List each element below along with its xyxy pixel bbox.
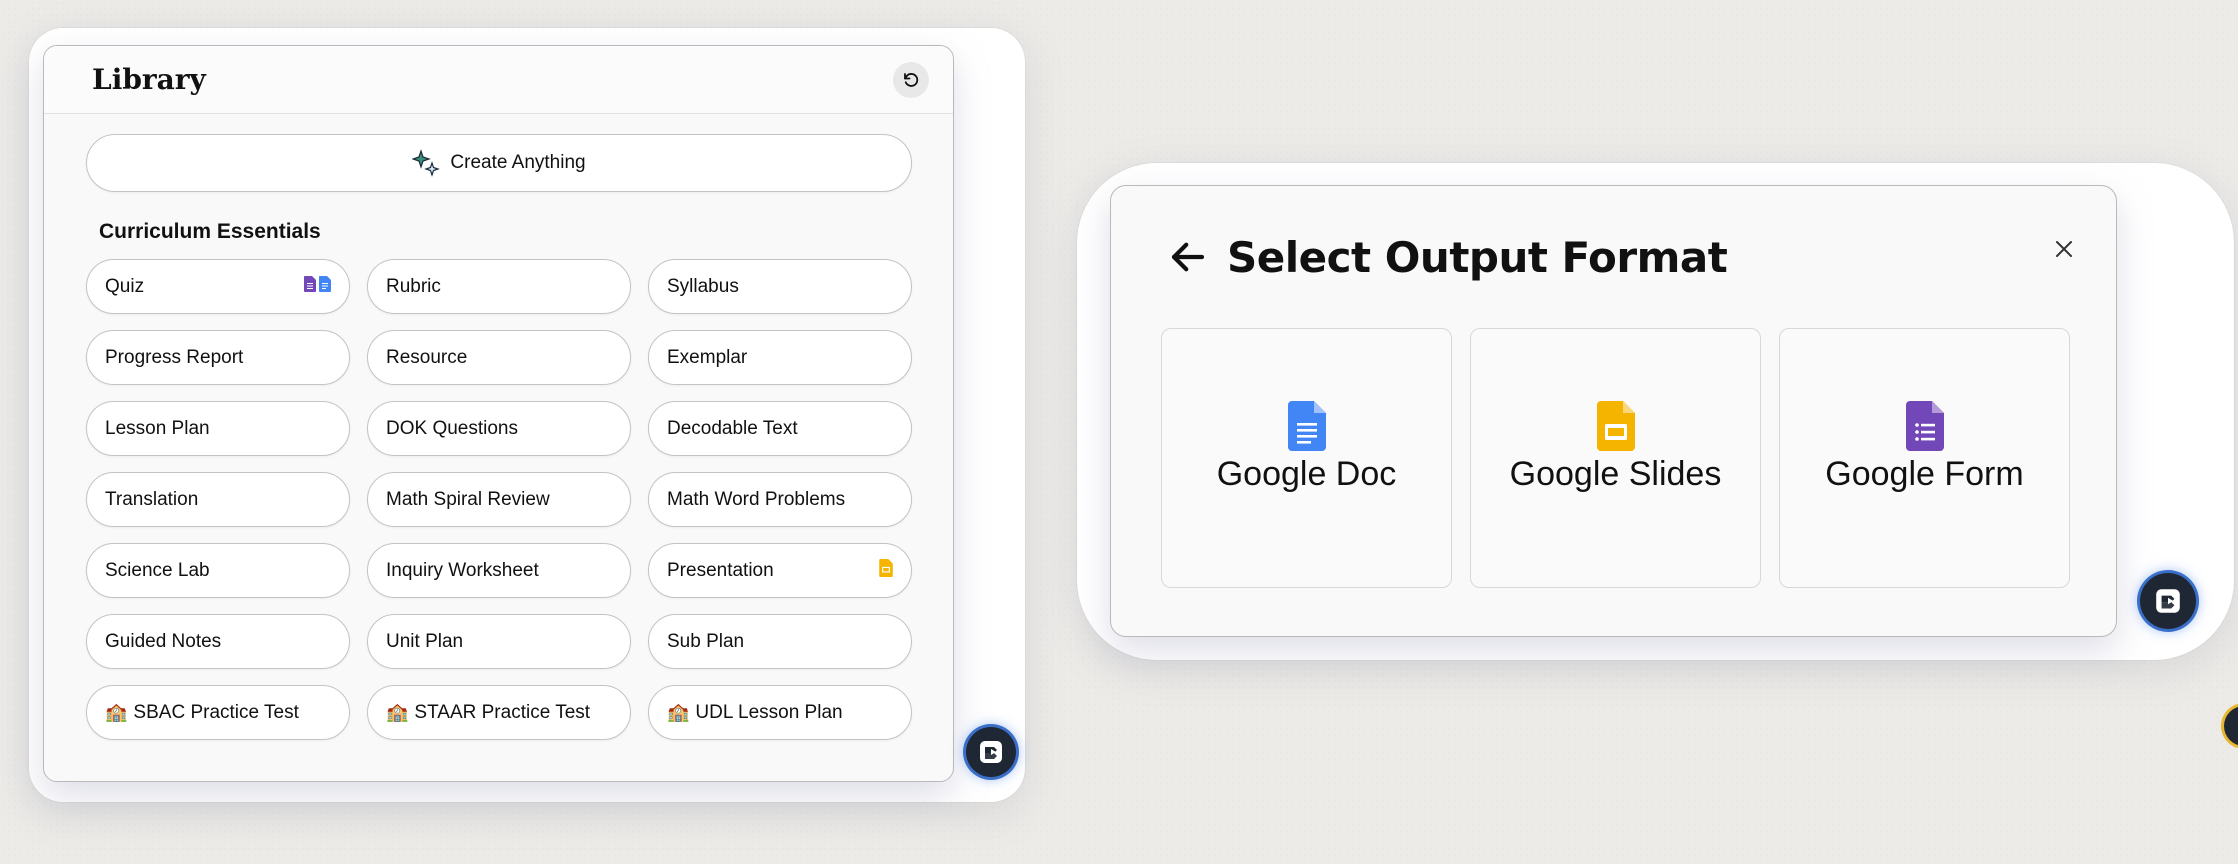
school-icon: 🏫 <box>105 702 128 722</box>
library-item-label: Presentation <box>667 559 774 581</box>
library-item-rubric[interactable]: Rubric <box>367 259 631 314</box>
library-item-udl-lesson-plan[interactable]: 🏫 UDL Lesson Plan <box>648 685 912 740</box>
library-item-label: Unit Plan <box>386 630 464 652</box>
school-icon: 🏫 <box>667 702 690 722</box>
edge-avatar-button[interactable] <box>2224 706 2238 746</box>
school-icon: 🏫 <box>386 702 409 722</box>
google-doc-icon <box>319 275 331 298</box>
library-item-label: Guided Notes <box>105 630 222 652</box>
library-item-sbac-practice-test[interactable]: 🏫 SBAC Practice Test <box>86 685 350 740</box>
google-form-card[interactable]: Google Form <box>1779 328 2070 588</box>
library-item-label: Quiz <box>105 275 145 297</box>
library-item-label: Syllabus <box>667 275 739 297</box>
app-logo-icon <box>980 741 1002 763</box>
google-doc-label: Google Doc <box>1216 454 1397 493</box>
format-icons <box>879 558 893 583</box>
library-item-quiz[interactable]: Quiz <box>86 259 350 314</box>
library-item-translation[interactable]: Translation <box>86 472 350 527</box>
library-grid: Quiz Rubric Syllabus Progress Report Resourc… <box>86 259 912 740</box>
library-item-sub-plan[interactable]: Sub Plan <box>648 614 912 669</box>
app-logo-icon <box>2156 589 2180 613</box>
google-form-icon <box>1905 400 1944 451</box>
undo-button[interactable] <box>893 61 929 98</box>
library-item-inquiry-worksheet[interactable]: Inquiry Worksheet <box>367 543 631 598</box>
close-icon[interactable] <box>2052 237 2076 261</box>
format-cards: Google Doc Google Slides Google Form <box>1161 328 2070 588</box>
library-item-label: Translation <box>105 488 199 510</box>
sparkle-icon <box>412 149 441 177</box>
format-icons <box>304 275 331 298</box>
library-item-math-spiral-review[interactable]: Math Spiral Review <box>367 472 631 527</box>
library-item-dok-questions[interactable]: DOK Questions <box>367 401 631 456</box>
create-anything-button[interactable]: Create Anything <box>86 134 912 192</box>
library-item-staar-practice-test[interactable]: 🏫 STAAR Practice Test <box>367 685 631 740</box>
google-slides-label: Google Slides <box>1509 454 1722 493</box>
undo-icon <box>904 72 919 87</box>
library-panel: Library Create Anything Curriculum Essen… <box>43 45 954 782</box>
google-doc-icon <box>1287 400 1326 451</box>
library-header: Library <box>44 46 953 114</box>
library-item-label: Math Spiral Review <box>386 488 550 510</box>
google-form-icon <box>304 275 316 298</box>
output-title: Select Output Format <box>1227 232 1728 282</box>
output-format-panel: Select Output Format Google Doc Google S… <box>1110 185 2117 637</box>
library-item-label: Lesson Plan <box>105 417 210 439</box>
library-item-label: SBAC Practice Test <box>133 701 299 723</box>
library-title: Library <box>92 63 206 96</box>
library-item-lesson-plan[interactable]: Lesson Plan <box>86 401 350 456</box>
library-item-label: Inquiry Worksheet <box>386 559 539 581</box>
library-item-label: Exemplar <box>667 346 748 368</box>
floating-action-button-2[interactable] <box>2140 573 2196 629</box>
section-title: Curriculum Essentials <box>99 220 321 243</box>
library-item-resource[interactable]: Resource <box>367 330 631 385</box>
library-item-label: Sub Plan <box>667 630 745 652</box>
library-item-label: UDL Lesson Plan <box>695 701 843 723</box>
back-arrow-icon[interactable] <box>1167 236 1209 278</box>
library-item-guided-notes[interactable]: Guided Notes <box>86 614 350 669</box>
library-item-label: Math Word Problems <box>667 488 846 510</box>
library-item-label: Rubric <box>386 275 441 297</box>
google-slides-card[interactable]: Google Slides <box>1470 328 1761 588</box>
library-item-label: Progress Report <box>105 346 244 368</box>
library-item-progress-report[interactable]: Progress Report <box>86 330 350 385</box>
google-doc-card[interactable]: Google Doc <box>1161 328 1452 588</box>
google-form-label: Google Form <box>1825 454 2024 493</box>
library-item-exemplar[interactable]: Exemplar <box>648 330 912 385</box>
google-slides-icon <box>1596 400 1635 451</box>
create-anything-label: Create Anything <box>450 152 586 173</box>
library-item-label: Science Lab <box>105 559 210 581</box>
library-item-label: Decodable Text <box>667 417 798 439</box>
library-item-math-word-problems[interactable]: Math Word Problems <box>648 472 912 527</box>
google-slides-icon <box>879 558 893 583</box>
floating-action-button[interactable] <box>966 727 1016 777</box>
library-item-decodable-text[interactable]: Decodable Text <box>648 401 912 456</box>
library-item-label: STAAR Practice Test <box>414 701 591 723</box>
library-item-unit-plan[interactable]: Unit Plan <box>367 614 631 669</box>
library-item-label: DOK Questions <box>386 417 518 439</box>
library-item-presentation[interactable]: Presentation <box>648 543 912 598</box>
output-header: Select Output Format <box>1167 222 2076 292</box>
library-item-syllabus[interactable]: Syllabus <box>648 259 912 314</box>
library-item-science-lab[interactable]: Science Lab <box>86 543 350 598</box>
library-item-label: Resource <box>386 346 468 368</box>
